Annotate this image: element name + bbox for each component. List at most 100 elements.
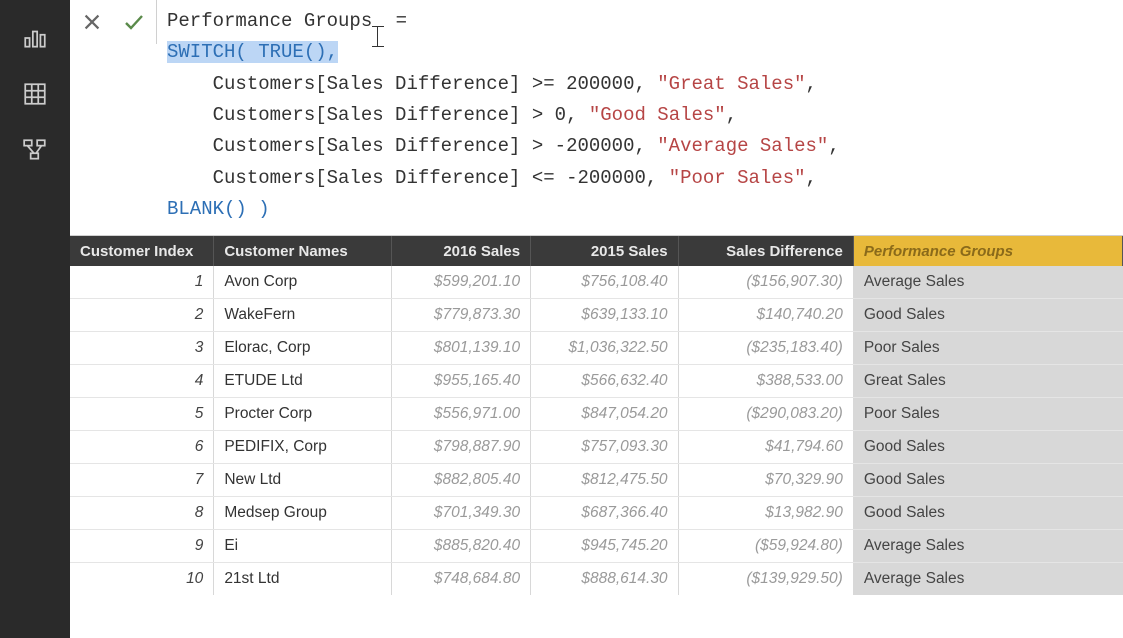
cell-index: 5 (70, 398, 214, 431)
cell-perf-group: Good Sales (853, 431, 1122, 464)
cell-name: New Ltd (214, 464, 391, 497)
cell-name: PEDIFIX, Corp (214, 431, 391, 464)
cell-sales-diff: ($235,183.40) (678, 332, 853, 365)
cell-index: 7 (70, 464, 214, 497)
cell-perf-group: Average Sales (853, 563, 1122, 596)
cell-2015-sales: $639,133.10 (531, 299, 678, 332)
cell-2016-sales: $955,165.40 (391, 365, 530, 398)
formula-line6-str: "Poor Sales" (669, 167, 806, 189)
table-row[interactable]: 6PEDIFIX, Corp$798,887.90$757,093.30$41,… (70, 431, 1123, 464)
cell-2015-sales: $945,745.20 (531, 530, 678, 563)
table-row[interactable]: 1021st Ltd$748,684.80$888,614.30($139,92… (70, 563, 1123, 596)
col-customer-index[interactable]: Customer Index (70, 236, 214, 266)
formula-text-1b: = (384, 10, 407, 32)
table-row[interactable]: 3Elorac, Corp$801,139.10$1,036,322.50($2… (70, 332, 1123, 365)
data-table: Customer Index Customer Names 2016 Sales… (70, 236, 1123, 595)
formula-line5-post: , (828, 135, 839, 157)
cell-name: Medsep Group (214, 497, 391, 530)
formula-text-1: Performance Groups (167, 10, 372, 32)
formula-line3-post: , (806, 73, 817, 95)
table-row[interactable]: 9Ei$885,820.40$945,745.20($59,924.80)Ave… (70, 530, 1123, 563)
cell-index: 9 (70, 530, 214, 563)
formula-switch-highlight: SWITCH( TRUE(), (167, 41, 338, 63)
cell-index: 8 (70, 497, 214, 530)
cell-2016-sales: $801,139.10 (391, 332, 530, 365)
cell-sales-diff: ($139,929.50) (678, 563, 853, 596)
cell-name: Elorac, Corp (214, 332, 391, 365)
main-content: Performance Groups = SWITCH( TRUE(), Cus… (70, 0, 1123, 638)
table-row[interactable]: 2WakeFern$779,873.30$639,133.10$140,740.… (70, 299, 1123, 332)
cell-2016-sales: $798,887.90 (391, 431, 530, 464)
cell-2016-sales: $779,873.30 (391, 299, 530, 332)
cell-2015-sales: $812,475.50 (531, 464, 678, 497)
table-row[interactable]: 1Avon Corp$599,201.10$756,108.40($156,90… (70, 266, 1123, 299)
table-row[interactable]: 7New Ltd$882,805.40$812,475.50$70,329.90… (70, 464, 1123, 497)
cell-sales-diff: ($290,083.20) (678, 398, 853, 431)
cell-2016-sales: $882,805.40 (391, 464, 530, 497)
table-row[interactable]: 8Medsep Group$701,349.30$687,366.40$13,9… (70, 497, 1123, 530)
cell-sales-diff: ($59,924.80) (678, 530, 853, 563)
cell-index: 1 (70, 266, 214, 299)
formula-bar[interactable]: Performance Groups = SWITCH( TRUE(), Cus… (157, 0, 1123, 235)
formula-line6-post: , (806, 167, 817, 189)
cell-index: 4 (70, 365, 214, 398)
cell-perf-group: Poor Sales (853, 332, 1122, 365)
cell-2015-sales: $847,054.20 (531, 398, 678, 431)
cell-index: 6 (70, 431, 214, 464)
cell-2015-sales: $566,632.40 (531, 365, 678, 398)
col-sales-difference[interactable]: Sales Difference (678, 236, 853, 266)
formula-line4-pre: Customers[Sales Difference] > 0, (167, 104, 589, 126)
cell-2016-sales: $556,971.00 (391, 398, 530, 431)
cell-name: 21st Ltd (214, 563, 391, 596)
cell-index: 2 (70, 299, 214, 332)
data-table-wrap: Customer Index Customer Names 2016 Sales… (70, 236, 1123, 595)
cell-perf-group: Good Sales (853, 464, 1122, 497)
cell-2016-sales: $885,820.40 (391, 530, 530, 563)
cell-2015-sales: $757,093.30 (531, 431, 678, 464)
cell-perf-group: Good Sales (853, 497, 1122, 530)
cell-perf-group: Average Sales (853, 266, 1122, 299)
report-view-icon[interactable] (21, 24, 49, 52)
formula-line3-pre: Customers[Sales Difference] >= 200000, (167, 73, 657, 95)
cell-2015-sales: $756,108.40 (531, 266, 678, 299)
cell-index: 3 (70, 332, 214, 365)
cell-sales-diff: $388,533.00 (678, 365, 853, 398)
formula-line3-str: "Great Sales" (657, 73, 805, 95)
cell-index: 10 (70, 563, 214, 596)
cell-sales-diff: $140,740.20 (678, 299, 853, 332)
cell-sales-diff: $41,794.60 (678, 431, 853, 464)
cell-sales-diff: $13,982.90 (678, 497, 853, 530)
formula-line4-str: "Good Sales" (589, 104, 726, 126)
table-row[interactable]: 4ETUDE Ltd$955,165.40$566,632.40$388,533… (70, 365, 1123, 398)
cell-name: Avon Corp (214, 266, 391, 299)
formula-actions (70, 0, 157, 44)
formula-accept-button[interactable] (120, 8, 148, 36)
view-sidebar (0, 0, 70, 638)
table-header-row: Customer Index Customer Names 2016 Sales… (70, 236, 1123, 266)
cell-2016-sales: $701,349.30 (391, 497, 530, 530)
formula-line6-pre: Customers[Sales Difference] <= -200000, (167, 167, 669, 189)
col-performance-groups[interactable]: Performance Groups (853, 236, 1122, 266)
cell-perf-group: Good Sales (853, 299, 1122, 332)
cell-name: WakeFern (214, 299, 391, 332)
data-view-icon[interactable] (21, 80, 49, 108)
formula-line7: BLANK() ) (167, 198, 270, 220)
model-view-icon[interactable] (21, 136, 49, 164)
cell-2016-sales: $599,201.10 (391, 266, 530, 299)
cell-sales-diff: $70,329.90 (678, 464, 853, 497)
cell-name: ETUDE Ltd (214, 365, 391, 398)
cell-perf-group: Great Sales (853, 365, 1122, 398)
col-customer-names[interactable]: Customer Names (214, 236, 391, 266)
col-2016-sales[interactable]: 2016 Sales (391, 236, 530, 266)
col-2015-sales[interactable]: 2015 Sales (531, 236, 678, 266)
table-row[interactable]: 5Procter Corp$556,971.00$847,054.20($290… (70, 398, 1123, 431)
formula-line5-str: "Average Sales" (657, 135, 828, 157)
cell-sales-diff: ($156,907.30) (678, 266, 853, 299)
formula-bar-row: Performance Groups = SWITCH( TRUE(), Cus… (70, 0, 1123, 236)
cell-name: Ei (214, 530, 391, 563)
cell-perf-group: Average Sales (853, 530, 1122, 563)
cell-name: Procter Corp (214, 398, 391, 431)
formula-line5-pre: Customers[Sales Difference] > -200000, (167, 135, 657, 157)
cell-2015-sales: $888,614.30 (531, 563, 678, 596)
formula-cancel-button[interactable] (78, 8, 106, 36)
